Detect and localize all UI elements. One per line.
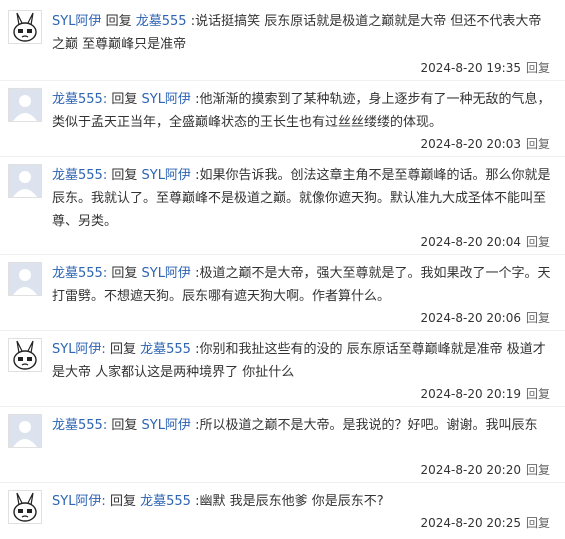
reply-word: 回复 (109, 342, 136, 357)
comment-body: 龙墓555: 回复 SYL阿伊 :极道之巅不是大帝，强大至尊就是了。我如果改了一… (52, 262, 552, 308)
author-link[interactable]: SYL阿伊: (52, 342, 106, 357)
comment-time: 2024-8-20 20:04 (420, 235, 521, 249)
reply-button[interactable]: 回复 (526, 235, 550, 249)
divider (0, 156, 565, 157)
target-user-link[interactable]: SYL阿伊 (142, 266, 191, 281)
avatar[interactable] (8, 490, 42, 524)
target-user-link[interactable]: 龙墓555 (136, 14, 187, 29)
comment-text: :幽默 我是辰东他爹 你是辰东不? (195, 494, 384, 509)
target-user-link[interactable]: 龙墓555 (140, 494, 191, 509)
comment-time: 2024-8-20 20:25 (420, 516, 521, 530)
author-link[interactable]: SYL阿伊: (52, 494, 106, 509)
rabbit-avatar-icon (9, 11, 41, 43)
author-link[interactable]: SYL阿伊 (52, 14, 101, 29)
comment-time: 2024-8-20 20:19 (420, 387, 521, 401)
reply-button[interactable]: 回复 (526, 387, 550, 401)
comment-time: 2024-8-20 20:06 (420, 311, 521, 325)
target-user-link[interactable]: SYL阿伊 (142, 168, 191, 183)
rabbit-avatar-icon (9, 339, 41, 371)
comment-body: SYL阿伊 回复 龙墓555 :说话挺搞笑 辰东原话就是极道之巅就是大帝 但还不… (52, 10, 552, 56)
avatar[interactable] (8, 262, 42, 296)
target-user-link[interactable]: SYL阿伊 (142, 418, 191, 433)
divider (0, 254, 565, 255)
comment-meta: 2024-8-20 20:19 回复 (420, 386, 550, 402)
default-user-avatar-icon (9, 263, 41, 295)
divider (0, 406, 565, 407)
comment-body: 龙墓555: 回复 SYL阿伊 :所以极道之巅不是大帝。是我说的？好吧。谢谢。我… (52, 414, 552, 437)
comment-text: :所以极道之巅不是大帝。是我说的？好吧。谢谢。我叫辰东 (195, 418, 538, 433)
comment-meta: 2024-8-20 19:35 回复 (420, 60, 550, 76)
divider (0, 482, 565, 483)
default-user-avatar-icon (9, 415, 41, 447)
author-link[interactable]: 龙墓555: (52, 266, 107, 281)
rabbit-avatar-icon (9, 491, 41, 523)
author-link[interactable]: 龙墓555: (52, 92, 107, 107)
comment-meta: 2024-8-20 20:04 回复 (420, 234, 550, 250)
avatar[interactable] (8, 88, 42, 122)
target-user-link[interactable]: SYL阿伊 (142, 92, 191, 107)
comment-body: SYL阿伊: 回复 龙墓555 :幽默 我是辰东他爹 你是辰东不? (52, 490, 552, 513)
comment-body: 龙墓555: 回复 SYL阿伊 :如果你告诉我。创法这章主角不是至尊巅峰的话。那… (52, 164, 552, 233)
author-link[interactable]: 龙墓555: (52, 168, 107, 183)
reply-word: 回复 (109, 494, 136, 509)
reply-button[interactable]: 回复 (526, 311, 550, 325)
comment-time: 2024-8-20 20:03 (420, 137, 521, 151)
reply-button[interactable]: 回复 (526, 61, 550, 75)
comment-meta: 2024-8-20 20:06 回复 (420, 310, 550, 326)
avatar[interactable] (8, 338, 42, 372)
comment-time: 2024-8-20 19:35 (420, 61, 521, 75)
comment-body: 龙墓555: 回复 SYL阿伊 :他渐渐的摸索到了某种轨迹，身上逐步有了一种无敌… (52, 88, 552, 134)
reply-word: 回复 (111, 266, 138, 281)
comment-body: SYL阿伊: 回复 龙墓555 :你别和我扯这些有的没的 辰东原话至尊巅峰就是准… (52, 338, 552, 384)
reply-word: 回复 (111, 418, 138, 433)
avatar[interactable] (8, 10, 42, 44)
comment-meta: 2024-8-20 20:03 回复 (420, 136, 550, 152)
reply-button[interactable]: 回复 (526, 137, 550, 151)
comment-meta: 2024-8-20 20:25 回复 (420, 515, 550, 531)
reply-button[interactable]: 回复 (526, 516, 550, 530)
default-user-avatar-icon (9, 89, 41, 121)
reply-word: 回复 (105, 14, 132, 29)
avatar[interactable] (8, 414, 42, 448)
reply-word: 回复 (111, 92, 138, 107)
target-user-link[interactable]: 龙墓555 (140, 342, 191, 357)
avatar[interactable] (8, 164, 42, 198)
comment-time: 2024-8-20 20:20 (420, 463, 521, 477)
divider (0, 330, 565, 331)
reply-word: 回复 (111, 168, 138, 183)
divider (0, 80, 565, 81)
comment-meta: 2024-8-20 20:20 回复 (420, 462, 550, 478)
default-user-avatar-icon (9, 165, 41, 197)
author-link[interactable]: 龙墓555: (52, 418, 107, 433)
comment-list: SYL阿伊 回复 龙墓555 :说话挺搞笑 辰东原话就是极道之巅就是大帝 但还不… (0, 0, 565, 539)
reply-button[interactable]: 回复 (526, 463, 550, 477)
